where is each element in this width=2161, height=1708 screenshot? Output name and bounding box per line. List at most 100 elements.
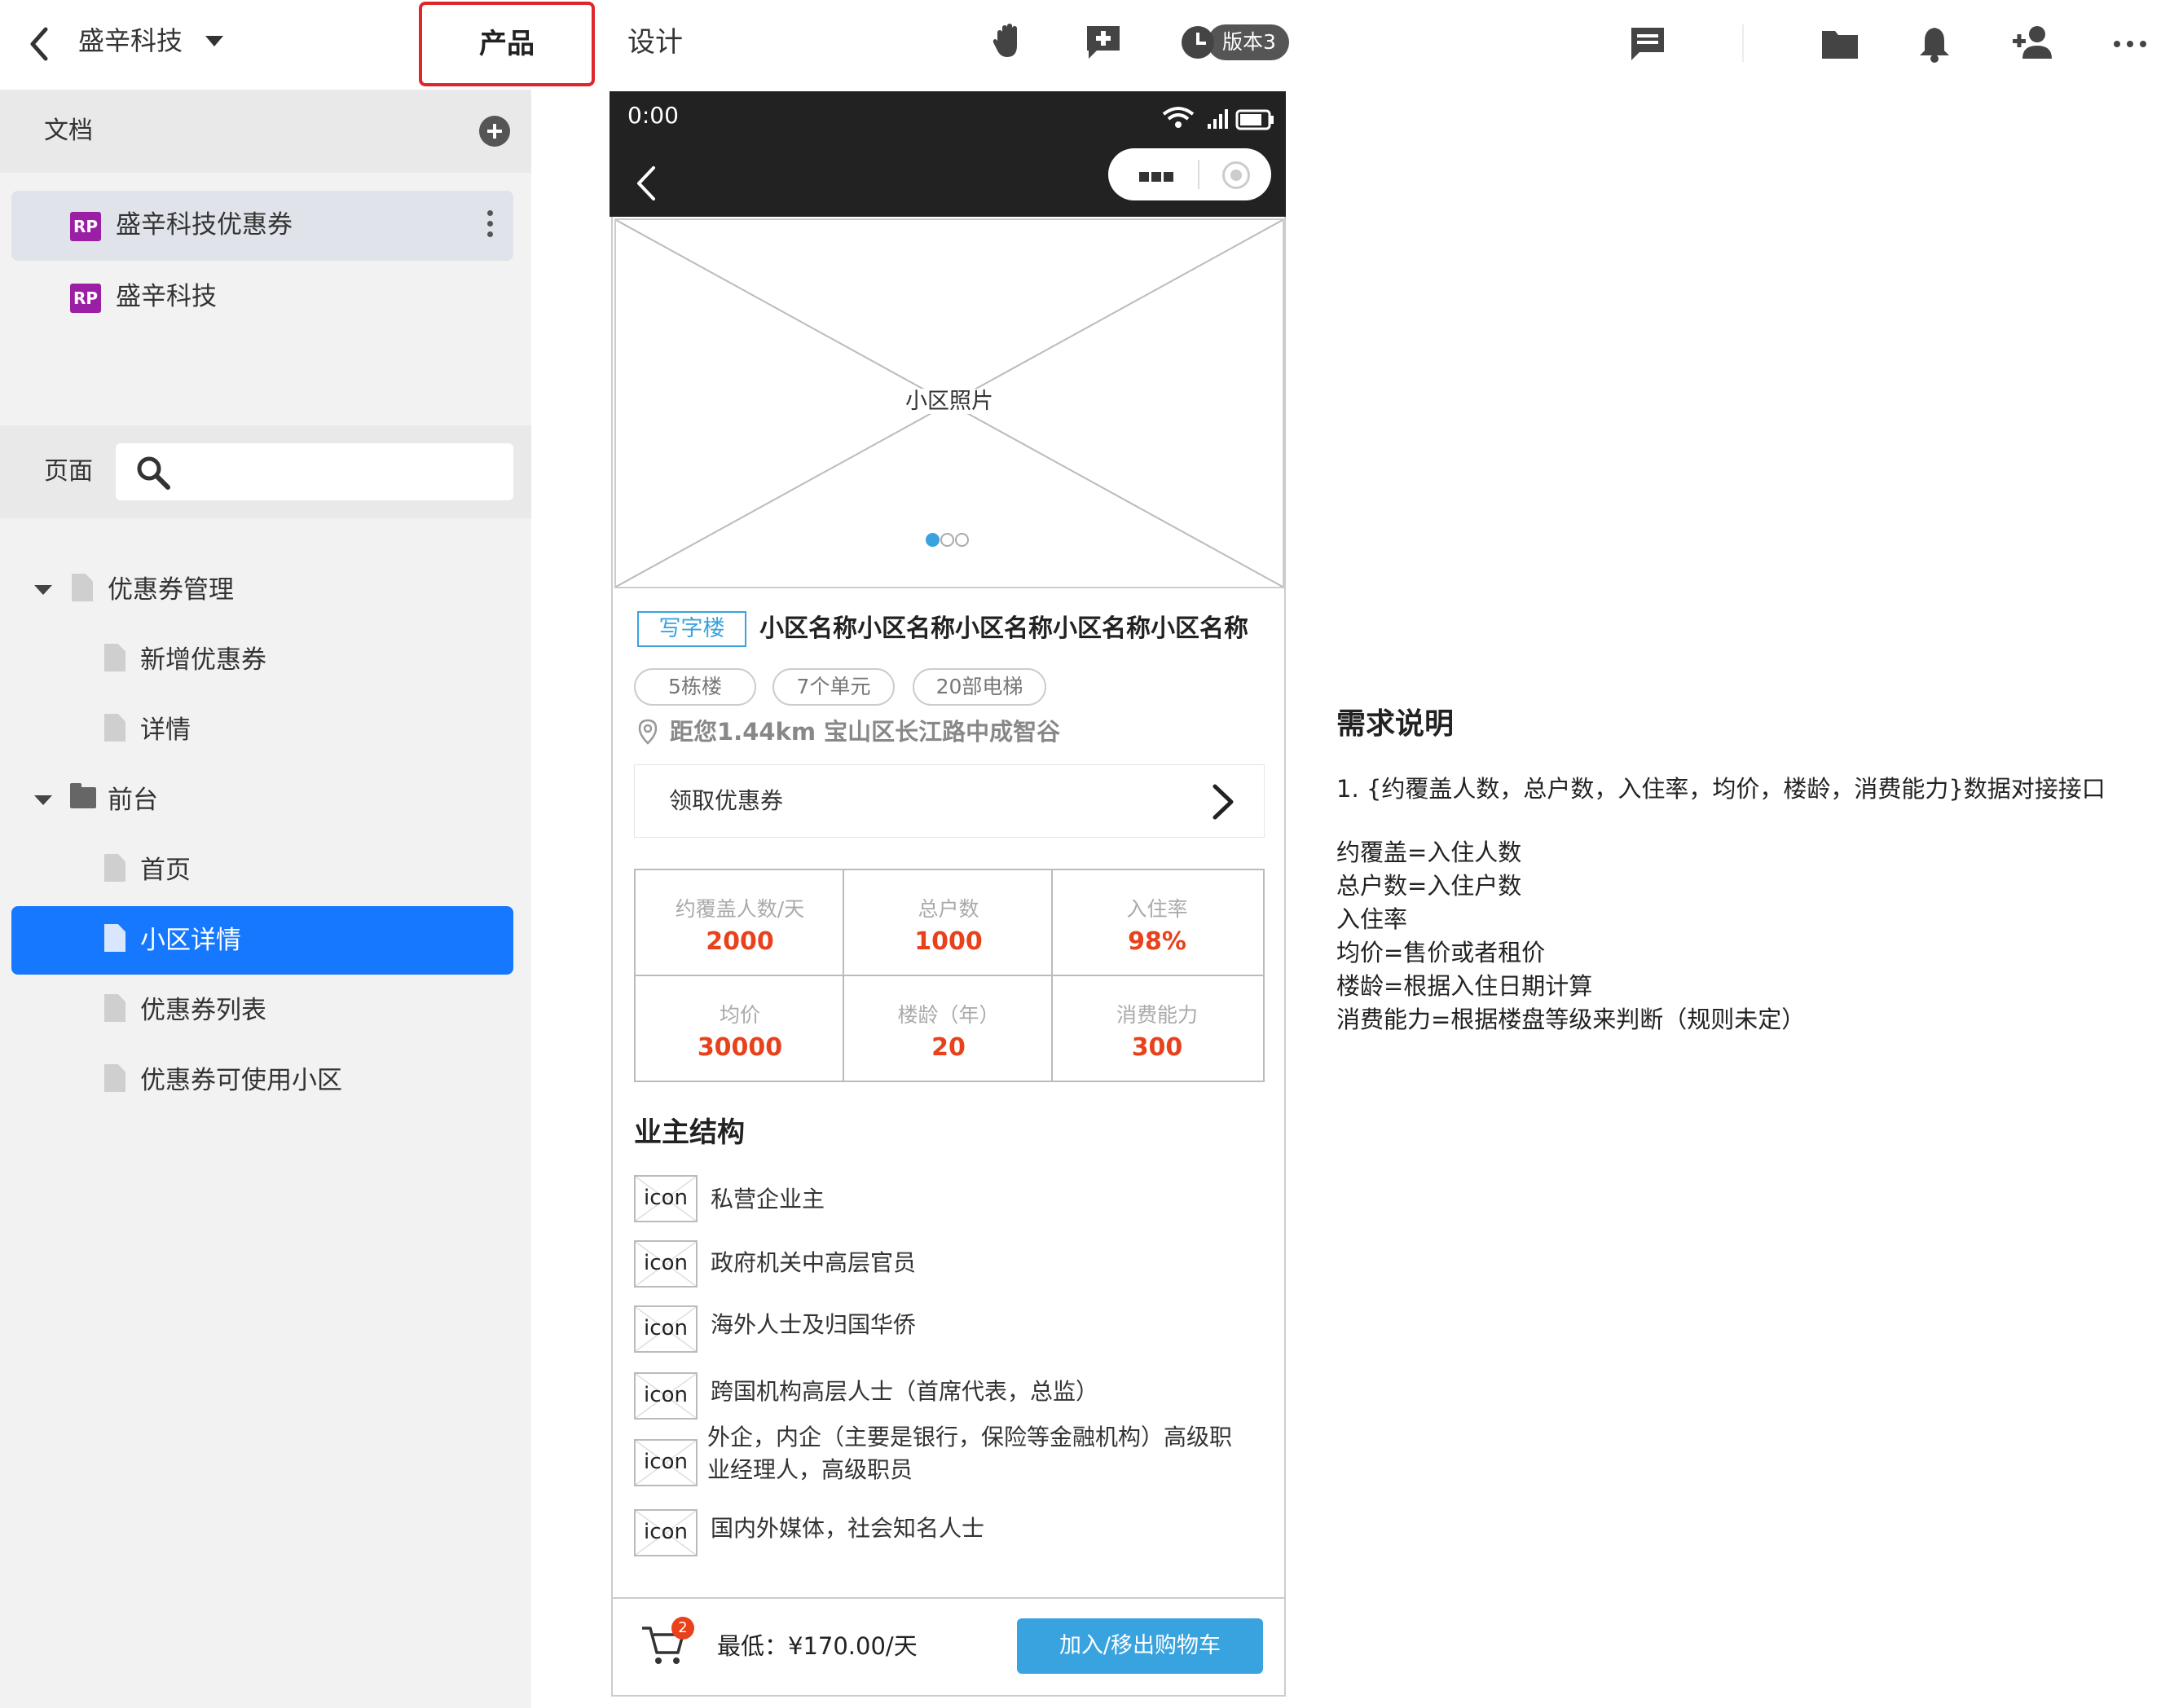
cart-count-badge: 2: [671, 1617, 694, 1640]
carousel-dot[interactable]: [926, 533, 940, 547]
owner-item-label: 国内外媒体，社会知名人士: [711, 1515, 985, 1542]
carousel-dot[interactable]: [955, 533, 969, 547]
grid-divider: [1051, 870, 1053, 1081]
requirements-line: 均价=售价或者租价: [1336, 939, 1546, 966]
requirements-line: 入住率: [1336, 905, 1408, 933]
mini-program-capsule[interactable]: [1108, 148, 1271, 200]
expand-arrow-icon[interactable]: [34, 585, 52, 595]
page-icon: [104, 924, 125, 952]
tab-product[interactable]: 产品: [419, 2, 595, 86]
hand-icon[interactable]: [989, 21, 1028, 60]
folder-icon: [70, 783, 96, 808]
grid-divider: [636, 975, 1263, 976]
tree-item-new-coupon[interactable]: 新增优惠券: [11, 626, 513, 694]
doc-item-company[interactable]: RP 盛辛科技: [11, 262, 513, 332]
stat-label: 楼龄（年）: [897, 1003, 1000, 1027]
toggle-cart-button[interactable]: 加入/移出购物车: [1017, 1618, 1263, 1674]
page-icon: [104, 644, 125, 671]
doc-item-label: 盛辛科技优惠券: [116, 210, 293, 240]
tree-item-label: 新增优惠券: [140, 645, 266, 675]
building-type-tag: 写字楼: [637, 611, 746, 647]
tree-item-coupon-list[interactable]: 优惠券列表: [11, 976, 513, 1045]
kebab-menu-icon[interactable]: [487, 210, 494, 243]
docs-header: 文档: [0, 90, 531, 173]
version-selector[interactable]: 版本3: [1182, 23, 1289, 62]
tree-item-detail[interactable]: 详情: [11, 696, 513, 764]
status-time: 0:00: [627, 102, 679, 129]
icon-placeholder: icon: [634, 1305, 698, 1353]
tree-item-label: 优惠券列表: [140, 996, 266, 1025]
search-input[interactable]: [184, 451, 502, 492]
tab-design[interactable]: 设计: [627, 21, 683, 64]
bell-icon[interactable]: [1915, 24, 1954, 64]
add-doc-icon[interactable]: [479, 116, 510, 147]
stat-label: 总户数: [918, 897, 979, 921]
capsule-divider: [1198, 160, 1199, 189]
tree-item-frontend[interactable]: 前台: [11, 766, 513, 834]
owner-item: icon 跨国机构高层人士（首席代表，总监）: [634, 1372, 1270, 1421]
requirements-line: 总户数=入住户数: [1336, 872, 1522, 900]
page-icon: [104, 1064, 125, 1092]
docs-label: 文档: [44, 117, 93, 145]
requirements-line: 1. {约覆盖人数，总户数，入住率，均价，楼龄，消费能力}数据对接接口: [1336, 775, 2106, 803]
owner-item: icon 外企，内企（主要是银行，保险等金融机构）高级职 业经理人，高级职员: [634, 1424, 1270, 1504]
folder-icon[interactable]: [1820, 24, 1860, 64]
stat-cell: 总户数 1000: [844, 870, 1053, 976]
tree-item-home[interactable]: 首页: [11, 836, 513, 905]
search-icon: [137, 456, 170, 490]
page-search[interactable]: [116, 443, 513, 500]
tree-item-estate-detail[interactable]: 小区详情: [11, 906, 513, 975]
stat-value: 300: [1131, 1033, 1183, 1062]
tree-item-label: 优惠券管理: [108, 575, 234, 605]
more-dots-icon[interactable]: [1139, 169, 1176, 185]
stats-grid: 约覆盖人数/天 2000 总户数 1000 入住率 98% 均价 30000 楼…: [634, 869, 1265, 1082]
tree-item-label: 首页: [140, 856, 191, 885]
requirements-line: 约覆盖=入住人数: [1336, 839, 1522, 866]
stat-value: 98%: [1128, 927, 1186, 956]
estate-photo-placeholder[interactable]: 小区照片: [614, 218, 1284, 588]
tree-item-coupon-estates[interactable]: 优惠券可使用小区: [11, 1046, 513, 1115]
tree-item-label: 小区详情: [140, 926, 241, 955]
carousel-dot[interactable]: [940, 533, 954, 547]
stat-value: 2000: [706, 927, 774, 956]
stat-cell: 楼龄（年） 20: [844, 976, 1053, 1082]
close-circle-icon[interactable]: [1222, 161, 1250, 189]
icon-placeholder: icon: [634, 1240, 698, 1288]
carousel-indicator[interactable]: [926, 533, 970, 550]
expand-arrow-icon[interactable]: [34, 795, 52, 805]
more-icon[interactable]: [2110, 24, 2150, 64]
page-icon: [104, 714, 125, 742]
owner-item: icon 政府机关中高层官员: [634, 1240, 1270, 1289]
add-comment-icon[interactable]: [1084, 23, 1123, 62]
stat-value: 30000: [697, 1033, 783, 1062]
owner-item-label: 外企，内企（主要是银行，保险等金融机构）高级职: [707, 1424, 1233, 1450]
toolbar-divider: [1742, 24, 1744, 62]
doc-item-coupon[interactable]: RP 盛辛科技优惠券: [11, 191, 513, 261]
owner-item-label: 政府机关中高层官员: [711, 1249, 917, 1276]
stat-label: 消费能力: [1116, 1003, 1198, 1027]
page-icon: [104, 994, 125, 1022]
owner-item: icon 私营企业主: [634, 1175, 1270, 1224]
bottom-action-bar: 2 最低：¥170.00/天 加入/移出购物车: [613, 1597, 1284, 1695]
owner-item: icon 国内外媒体，社会知名人士: [634, 1509, 1270, 1558]
chip-elevators: 20部电梯: [913, 668, 1046, 706]
phone-status-bar: 0:00: [610, 91, 1286, 217]
phone-prototype: 0:00 小区照片 写字楼 小区名称小区名称小区名称小区名称小区名称 5栋楼 7…: [610, 91, 1286, 1697]
grid-divider: [843, 870, 844, 1081]
tree-item-label: 详情: [140, 715, 191, 745]
estate-name: 小区名称小区名称小区名称小区名称小区名称: [759, 614, 1248, 643]
stat-cell: 均价 30000: [636, 976, 844, 1082]
owner-structure-title: 业主结构: [634, 1116, 745, 1149]
back-arrow-icon[interactable]: [23, 23, 55, 65]
project-name[interactable]: 盛辛科技: [78, 20, 183, 62]
owner-item-label: 跨国机构高层人士（首席代表，总监）: [711, 1378, 1099, 1405]
tree-item-coupon-mgmt[interactable]: 优惠券管理: [11, 556, 513, 624]
chevron-right-icon: [1213, 784, 1234, 820]
add-user-icon[interactable]: [2011, 23, 2057, 62]
phone-back-icon[interactable]: [632, 163, 660, 204]
get-coupon-row[interactable]: 领取优惠券: [634, 764, 1265, 838]
chip-units: 7个单元: [772, 668, 895, 706]
top-bar: 盛辛科技 产品 设计 版本3: [0, 0, 2161, 90]
comment-icon[interactable]: [1628, 24, 1667, 64]
chevron-down-icon[interactable]: [205, 36, 223, 46]
